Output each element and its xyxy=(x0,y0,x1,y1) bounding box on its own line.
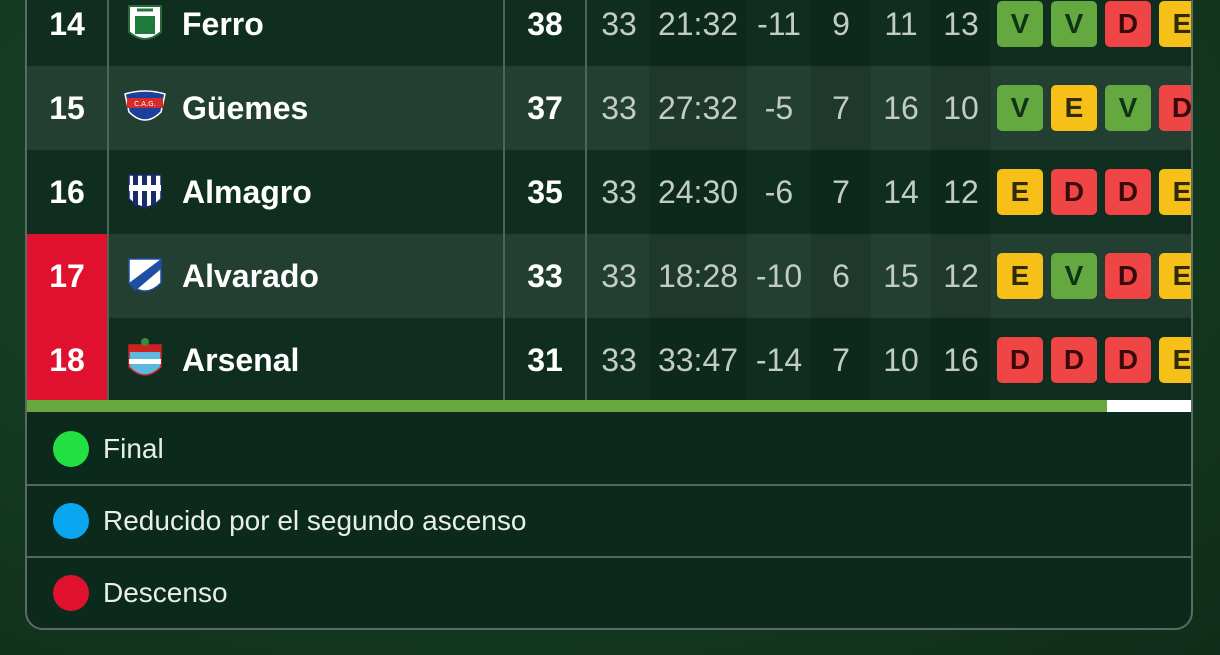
legend-label: Descenso xyxy=(103,577,228,608)
legend-item-final: Final xyxy=(27,414,1191,484)
team-crest-icon xyxy=(123,318,167,402)
form-badge: D xyxy=(1105,1,1151,47)
column-divider xyxy=(107,150,109,234)
form-badge: V xyxy=(1051,1,1097,47)
goal-diff-cell: -6 xyxy=(764,173,794,210)
scroll-progress-remainder xyxy=(1107,400,1191,412)
points-cell: 37 xyxy=(527,89,563,126)
goals-cell: 24:30 xyxy=(649,150,747,234)
form-badge: V xyxy=(1051,253,1097,299)
form-badge: D xyxy=(1051,337,1097,383)
goal-diff-cell: -11 xyxy=(757,5,801,42)
form-badge: E xyxy=(1159,1,1191,47)
standings-card: 14 Ferro 38 33 21:32 -11 9 11 13 V V D E… xyxy=(25,0,1193,630)
team-crest-icon xyxy=(123,234,167,318)
wins-cell: 9 xyxy=(811,0,871,66)
column-divider xyxy=(585,0,587,66)
position-cell: 14 xyxy=(49,5,85,42)
wins-cell: 7 xyxy=(811,66,871,150)
legend-dot-icon xyxy=(53,431,89,467)
played-cell: 33 xyxy=(601,341,637,378)
goal-diff-cell: -5 xyxy=(764,89,794,126)
wins-cell: 7 xyxy=(811,318,871,402)
points-cell: 33 xyxy=(527,257,563,294)
goal-diff-cell: -14 xyxy=(755,341,803,378)
legend-label: Final xyxy=(103,433,164,464)
position-cell: 18 xyxy=(27,318,107,402)
wins-cell: 7 xyxy=(811,150,871,234)
losses-cell: 13 xyxy=(931,0,991,66)
column-divider xyxy=(585,318,587,402)
table-row[interactable]: 17 Alvarado 33 33 18:28 -10 6 15 12 E V … xyxy=(27,234,1191,318)
losses-cell: 10 xyxy=(931,66,991,150)
form-badge: V xyxy=(997,85,1043,131)
column-divider xyxy=(585,234,587,318)
points-cell: 35 xyxy=(527,173,563,210)
column-divider xyxy=(107,234,109,318)
played-cell: 33 xyxy=(601,5,637,42)
table-row[interactable]: 16 Almagro 35 33 24:30 -6 7 14 12 E D D … xyxy=(27,150,1191,234)
team-crest-icon xyxy=(123,150,167,234)
points-cell: 38 xyxy=(527,5,563,42)
form-badge: D xyxy=(1159,85,1191,131)
draws-cell: 14 xyxy=(883,173,919,210)
form-badge: E xyxy=(1159,337,1191,383)
team-name[interactable]: Ferro xyxy=(182,0,502,66)
form-badge: V xyxy=(997,1,1043,47)
svg-text:C.A.G.: C.A.G. xyxy=(134,100,156,108)
draws-cell: 15 xyxy=(883,257,919,294)
team-name[interactable]: Alvarado xyxy=(182,234,502,318)
losses-cell: 12 xyxy=(931,150,991,234)
played-cell: 33 xyxy=(601,257,637,294)
form-badge: E xyxy=(997,169,1043,215)
goals-cell: 33:47 xyxy=(649,318,747,402)
form-badge: V xyxy=(1105,85,1151,131)
played-cell: 33 xyxy=(601,89,637,126)
column-divider xyxy=(107,318,109,402)
column-divider xyxy=(585,66,587,150)
form-badge: D xyxy=(997,337,1043,383)
team-crest-icon xyxy=(123,0,167,66)
team-name[interactable]: Güemes xyxy=(182,66,502,150)
legend-label: Reducido por el segundo ascenso xyxy=(103,505,527,536)
team-name[interactable]: Arsenal xyxy=(182,318,502,402)
points-cell: 31 xyxy=(527,341,563,378)
goals-cell: 21:32 xyxy=(649,0,747,66)
wins-cell: 6 xyxy=(811,234,871,318)
legend-dot-icon xyxy=(53,503,89,539)
losses-cell: 12 xyxy=(931,234,991,318)
legend-dot-icon xyxy=(53,575,89,611)
goals-cell: 18:28 xyxy=(649,234,747,318)
table-row[interactable]: 15 C.A.G. Güemes 37 33 27:32 -5 7 16 10 … xyxy=(27,66,1191,150)
team-crest-icon: C.A.G. xyxy=(123,66,167,150)
form-badge: E xyxy=(1159,169,1191,215)
legend-item-reducido: Reducido por el segundo ascenso xyxy=(27,486,1191,556)
table-row[interactable]: 18 Arsenal 31 33 33:47 -14 7 10 16 D D D… xyxy=(27,318,1191,402)
legend-item-descenso: Descenso xyxy=(27,558,1191,628)
form-badge: E xyxy=(997,253,1043,299)
form-badge: D xyxy=(1051,169,1097,215)
form-badge: D xyxy=(1105,169,1151,215)
position-cell: 15 xyxy=(49,89,85,126)
position-cell: 16 xyxy=(49,173,85,210)
form-badge: D xyxy=(1105,253,1151,299)
column-divider xyxy=(107,66,109,150)
form-badge: E xyxy=(1159,253,1191,299)
played-cell: 33 xyxy=(601,173,637,210)
form-badge: D xyxy=(1105,337,1151,383)
column-divider xyxy=(107,0,109,66)
team-name[interactable]: Almagro xyxy=(182,150,502,234)
goal-diff-cell: -10 xyxy=(755,257,803,294)
losses-cell: 16 xyxy=(931,318,991,402)
draws-cell: 11 xyxy=(884,5,918,42)
goals-cell: 27:32 xyxy=(649,66,747,150)
form-badge: E xyxy=(1051,85,1097,131)
position-cell: 17 xyxy=(27,234,107,318)
draws-cell: 10 xyxy=(883,341,919,378)
draws-cell: 16 xyxy=(883,89,919,126)
column-divider xyxy=(585,150,587,234)
table-row[interactable]: 14 Ferro 38 33 21:32 -11 9 11 13 V V D E xyxy=(27,0,1191,66)
scroll-progress-bar xyxy=(27,400,1107,412)
